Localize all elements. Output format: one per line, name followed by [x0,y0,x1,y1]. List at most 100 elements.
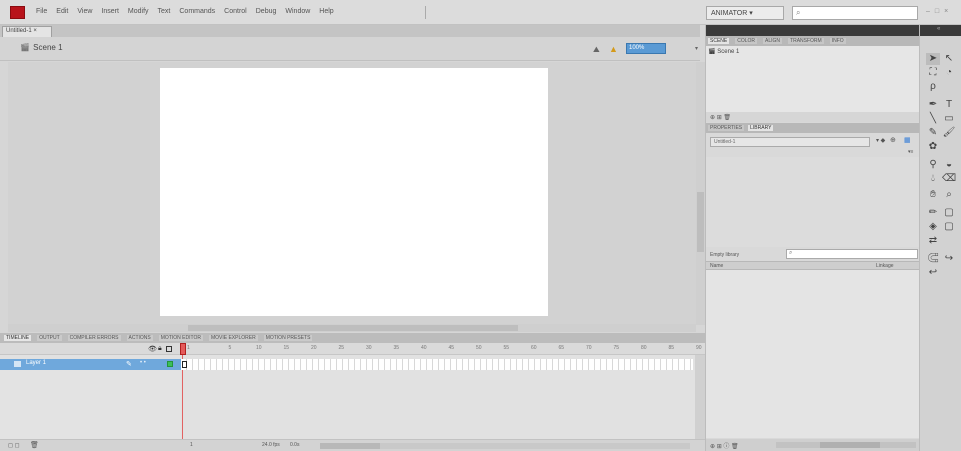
layer-name[interactable]: Layer 1 [26,360,46,366]
menu-view[interactable]: View [77,8,92,15]
library-search-input[interactable]: ⌕ [786,249,918,259]
library-horizontal-scrollbar[interactable] [776,442,916,448]
scene-list-item[interactable]: 🎬︎ Scene 1 [708,48,739,55]
tab-actions[interactable]: ACTIONS [126,335,153,341]
scrollbar-thumb[interactable] [320,443,380,449]
pin-icon[interactable]: ▾ ◆ [876,137,885,144]
library-item-list[interactable] [706,270,920,438]
smooth-icon[interactable]: ↪ [942,253,956,265]
zoom-tool-icon[interactable]: ⌕ [942,189,956,201]
frame-rate[interactable]: 24.0 fps [262,442,280,448]
stage-horizontal-scrollbar[interactable] [8,324,696,332]
minimize-icon[interactable]: – [926,8,930,15]
fill-swatch-icon[interactable]: ▢ [942,221,956,233]
maximize-icon[interactable]: □ [935,8,939,15]
edit-symbols-icon[interactable]: ▲ [609,44,618,54]
eraser-tool-icon[interactable]: ⌫ [942,173,956,185]
timeline-vertical-scrollbar[interactable] [695,355,705,439]
workspace-switcher[interactable]: ANIMATOR ▾ [706,6,784,20]
paint-bucket-tool-icon[interactable]: ◒ [942,159,956,171]
rectangle-tool-icon[interactable]: ▭ [942,113,956,125]
tab-properties[interactable]: PROPERTIES [708,125,745,131]
stroke-color-icon[interactable]: ✏ [926,207,940,219]
stroke-swatch-icon[interactable]: ▢ [942,207,956,219]
zoom-dropdown[interactable]: 100% [626,43,666,54]
tab-color[interactable]: COLOR [735,38,758,44]
pen-tool-icon[interactable]: ✒ [926,99,940,111]
layer-outline-color[interactable] [167,361,173,367]
tab-output[interactable]: OUTPUT [37,335,62,341]
eyedropper-tool-icon[interactable]: 💧︎ [926,173,940,185]
chevron-down-icon[interactable]: ▾ [695,45,698,52]
hand-tool-icon[interactable]: ✋︎ [926,189,940,201]
snap-to-objects-icon[interactable]: 🧲︎ [926,253,940,265]
keyframe[interactable] [182,361,187,368]
outline-icon[interactable] [166,346,172,352]
document-tab[interactable]: Untitled-1 × [2,26,52,37]
tab-info[interactable]: INFO [829,38,846,44]
new-layer-icon[interactable]: ◻ ◻ [8,442,20,449]
tab-library[interactable]: LIBRARY [748,125,774,131]
pencil-tool-icon[interactable]: ✎ [926,127,940,139]
tab-align[interactable]: ALIGN [763,38,783,44]
tab-motion-editor[interactable]: MOTION EDITOR [158,335,203,341]
tab-timeline[interactable]: TIMELINE [4,335,32,341]
library-options-icon[interactable]: ▦ [904,136,911,144]
library-document-select[interactable]: Untitled-1 [710,137,870,147]
selection-tool-icon[interactable]: ➤ [926,53,940,65]
column-name[interactable]: Name [710,263,723,269]
collapse-icon[interactable]: « [937,26,940,32]
eye-icon[interactable]: 👁︎ [148,345,157,353]
menu-commands[interactable]: Commands [179,8,215,15]
column-linkage[interactable]: Linkage [876,263,894,269]
menu-insert[interactable]: Insert [101,8,119,15]
brush-tool-icon[interactable]: 🖌︎ [942,127,956,139]
timeline-horizontal-scrollbar[interactable] [320,443,690,449]
edit-scene-icon[interactable]: ⛰ [593,45,600,55]
close-icon[interactable]: × [944,8,948,15]
scrollbar-thumb[interactable] [820,442,880,448]
line-tool-icon[interactable]: ╲ [926,113,940,125]
trash-icon[interactable]: 🗑︎ [30,441,39,449]
menu-file[interactable]: File [36,8,47,15]
menu-window[interactable]: Window [285,8,310,15]
3d-rotation-tool-icon[interactable]: ◔ [942,67,956,79]
stage-canvas[interactable] [160,68,548,316]
scrollbar-thumb[interactable] [188,325,518,331]
frame-number: 70 [586,345,592,351]
menu-edit[interactable]: Edit [56,8,68,15]
layer-visibility-dots[interactable]: • • [140,360,146,366]
swap-colors-icon[interactable]: ⇄ [926,235,940,247]
new-library-panel-icon[interactable]: ⊕ [890,136,896,144]
free-transform-tool-icon[interactable]: ⛶ [926,67,940,79]
menu-text[interactable]: Text [158,8,171,15]
layer-row[interactable]: Layer 1 ✎ • • [0,359,181,370]
scrollbar-thumb[interactable] [697,192,704,252]
subselection-tool-icon[interactable]: ↖ [942,53,956,65]
deco-tool-icon[interactable]: ✿ [926,141,940,153]
straighten-icon[interactable]: ↩ [926,267,940,279]
lock-icon[interactable]: 🔒︎ [158,345,162,353]
frame-row[interactable] [181,359,693,370]
text-tool-icon[interactable]: T [942,99,956,111]
tab-compiler-errors[interactable]: COMPILER ERRORS [67,335,121,341]
scene-breadcrumb[interactable]: 🎬︎ Scene 1 [20,43,63,52]
help-search-input[interactable]: ⌕ [792,6,918,20]
menu-modify[interactable]: Modify [128,8,149,15]
stage-vertical-scrollbar[interactable] [696,62,705,325]
playhead[interactable] [180,343,186,355]
frame-ruler[interactable]: 1 5 10 15 20 25 30 35 40 45 50 55 60 65 70 75 80 85 90 [181,343,705,355]
tab-movie-explorer[interactable]: MOVIE EXPLORER [208,335,258,341]
menu-help[interactable]: Help [319,8,333,15]
bone-tool-icon[interactable]: ⚲ [926,159,940,171]
fill-color-icon[interactable]: ◈ [926,221,940,233]
tab-scene[interactable]: SCENE [708,38,730,44]
tab-transform[interactable]: TRANSFORM [788,38,824,44]
scene-actions-icon[interactable]: ⊕ ⊞ 🗑︎ [710,114,731,121]
tab-motion-presets[interactable]: MOTION PRESETS [263,335,313,341]
menu-debug[interactable]: Debug [256,8,277,15]
library-actions-icon[interactable]: ⊕ ⊞ ⓘ 🗑︎ [710,441,739,450]
menu-control[interactable]: Control [224,8,247,15]
panel-menu-icon[interactable]: ▾≡ [908,149,913,155]
lasso-tool-icon[interactable]: ρ [926,81,940,93]
